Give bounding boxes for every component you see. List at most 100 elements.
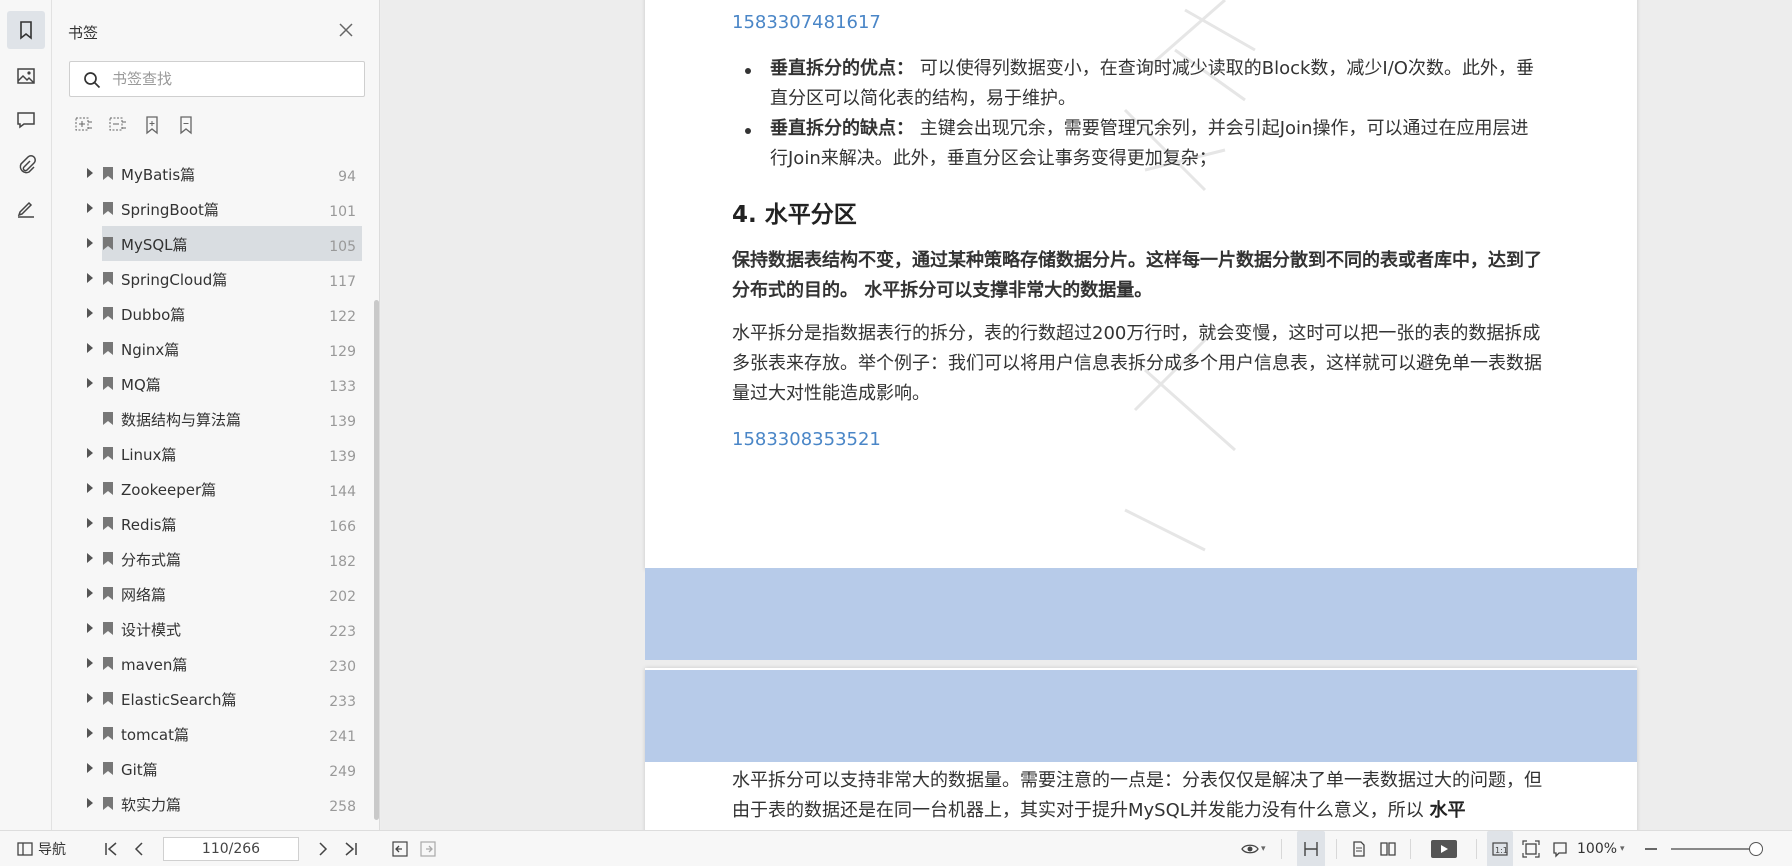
comment-icon[interactable]: [7, 101, 45, 139]
nav-label: 导航: [38, 842, 66, 858]
bookmark-label: MyBatis篇: [121, 166, 196, 184]
bookmark-page-number: 202: [329, 589, 356, 605]
signature-icon[interactable]: [7, 190, 45, 228]
eye-care-icon[interactable]: ▾: [1241, 831, 1266, 866]
attachment-icon[interactable]: [7, 146, 45, 184]
bookmark-item[interactable]: Git篇 249: [52, 751, 364, 786]
bookmark-label: Zookeeper篇: [121, 481, 217, 499]
bookmark-flag-icon: [103, 762, 113, 775]
bookmark-label: Dubbo篇: [121, 306, 186, 324]
zoom-out-icon[interactable]: [1642, 831, 1660, 866]
bookmark-flag-icon: [103, 552, 113, 565]
panel-title: 书签: [68, 24, 99, 42]
prev-page-icon[interactable]: [130, 831, 148, 866]
fit-page-icon[interactable]: [1522, 831, 1540, 866]
expand-arrow-icon[interactable]: [87, 168, 93, 178]
bookmark-item[interactable]: maven篇 230: [52, 646, 364, 681]
close-icon[interactable]: [336, 20, 356, 40]
paragraph: 水平拆分是指数据表行的拆分，表的行数超过200万行时，就会变慢，这时可以把一张的…: [732, 323, 1542, 404]
expand-arrow-icon[interactable]: [87, 343, 93, 353]
expand-arrow-icon[interactable]: [87, 483, 93, 493]
expand-arrow-icon[interactable]: [87, 588, 93, 598]
bookmark-item[interactable]: Nginx篇 129: [52, 331, 364, 366]
bookmark-search[interactable]: [69, 61, 365, 97]
expand-arrow-icon[interactable]: [87, 658, 93, 668]
chevron-down-icon: ▾: [1620, 844, 1625, 854]
expand-arrow-icon[interactable]: [87, 238, 93, 248]
single-page-icon[interactable]: [1350, 831, 1368, 866]
zoom-select[interactable]: 100% ▾: [1577, 831, 1625, 866]
bookmark-item[interactable]: Linux篇 139: [52, 436, 364, 471]
first-page-icon[interactable]: [102, 831, 120, 866]
double-page-icon[interactable]: [1379, 831, 1397, 866]
svg-text:1:1: 1:1: [1495, 846, 1508, 855]
chevron-down-icon[interactable]: ▾: [1261, 844, 1266, 854]
expand-arrow-icon[interactable]: [87, 693, 93, 703]
bookmark-item[interactable]: 分布式篇 182: [52, 541, 364, 576]
expand-arrow-icon[interactable]: [87, 378, 93, 388]
add-bookmark-icon[interactable]: [73, 114, 95, 136]
expand-arrow-icon[interactable]: [87, 728, 93, 738]
bookmark-label: maven篇: [121, 656, 188, 674]
bookmark-item[interactable]: SpringCloud篇 117: [52, 261, 364, 296]
nav-toggle[interactable]: 导航: [16, 831, 66, 866]
bookmark-label: 设计模式: [121, 621, 182, 639]
bookmark-item[interactable]: MyBatis篇 94: [52, 156, 364, 191]
page2-paragraph: 水平拆分可以支持非常大的数据量。需要注意的一点是：分表仅仅是解决了单一表数据过大…: [732, 766, 1542, 826]
bookmark-label: Nginx篇: [121, 341, 180, 359]
bookmark-page-number: 139: [329, 449, 356, 465]
bookmark-page-number: 129: [329, 344, 356, 360]
bookmark-page-number: 133: [329, 379, 356, 395]
image-link-2[interactable]: 1583308353521: [732, 429, 881, 450]
expand-arrow-icon[interactable]: [87, 518, 93, 528]
remove-bookmark-icon[interactable]: [107, 114, 129, 136]
bookmark-item[interactable]: 数据结构与算法篇 139: [52, 401, 364, 436]
expand-arrow-icon[interactable]: [87, 308, 93, 318]
bookmark-item[interactable]: Dubbo篇 122: [52, 296, 364, 331]
bookmark-item[interactable]: Zookeeper篇 144: [52, 471, 364, 506]
bookmark-item[interactable]: tomcat篇 241: [52, 716, 364, 751]
expand-arrow-icon[interactable]: [87, 763, 93, 773]
bookmark-flag-icon: [103, 412, 113, 425]
document-page: 1583307481617 垂直拆分的优点： 可以使得列数据变小，在查询时减少读…: [645, 0, 1637, 570]
add-child-bookmark-icon[interactable]: [141, 114, 163, 136]
bookmark-flag-icon: [103, 657, 113, 670]
bookmark-icon[interactable]: [7, 11, 45, 49]
panel-scrollbar[interactable]: [374, 300, 379, 820]
image-icon[interactable]: [7, 57, 45, 95]
page-number-input[interactable]: [163, 837, 299, 861]
bookmark-item[interactable]: SpringBoot篇 101: [52, 191, 364, 226]
bookmark-flag-icon: [103, 342, 113, 355]
bookmark-item[interactable]: 网络篇 202: [52, 576, 364, 611]
image-link-1[interactable]: 1583307481617: [732, 12, 881, 33]
forward-icon[interactable]: [419, 831, 437, 866]
zoom-slider-thumb[interactable]: [1749, 842, 1763, 856]
back-icon[interactable]: [391, 831, 409, 866]
bookmark-item[interactable]: 软实力篇 258: [52, 786, 364, 821]
bookmark-item[interactable]: Redis篇 166: [52, 506, 364, 541]
bookmark-item[interactable]: MySQL篇 105: [87, 226, 362, 261]
last-page-icon[interactable]: [342, 831, 360, 866]
divider: [1476, 839, 1477, 859]
search-input[interactable]: [112, 68, 352, 90]
bookmark-flag-icon: [103, 622, 113, 635]
expand-arrow-icon[interactable]: [87, 273, 93, 283]
expand-arrow-icon[interactable]: [87, 203, 93, 213]
next-page-icon[interactable]: [314, 831, 332, 866]
bookmark-item[interactable]: 设计模式 223: [52, 611, 364, 646]
bookmark-label: Redis篇: [121, 516, 177, 534]
expand-arrow-icon[interactable]: [87, 798, 93, 808]
expand-arrow-icon[interactable]: [87, 623, 93, 633]
expand-arrow-icon[interactable]: [87, 448, 93, 458]
delete-bookmark-icon[interactable]: [175, 114, 197, 136]
actual-size-icon[interactable]: 1:1: [1487, 831, 1513, 866]
bookmark-item[interactable]: ElasticSearch篇 233: [52, 681, 364, 716]
continuous-scroll-icon[interactable]: [1297, 831, 1325, 866]
bookmark-flag-icon: [103, 727, 113, 740]
bookmark-item[interactable]: MQ篇 133: [52, 366, 364, 401]
zoom-slider-track[interactable]: [1671, 848, 1759, 850]
play-icon[interactable]: [1431, 831, 1457, 866]
fit-width-icon[interactable]: [1551, 831, 1569, 866]
selection-band: [645, 568, 1637, 660]
expand-arrow-icon[interactable]: [87, 553, 93, 563]
